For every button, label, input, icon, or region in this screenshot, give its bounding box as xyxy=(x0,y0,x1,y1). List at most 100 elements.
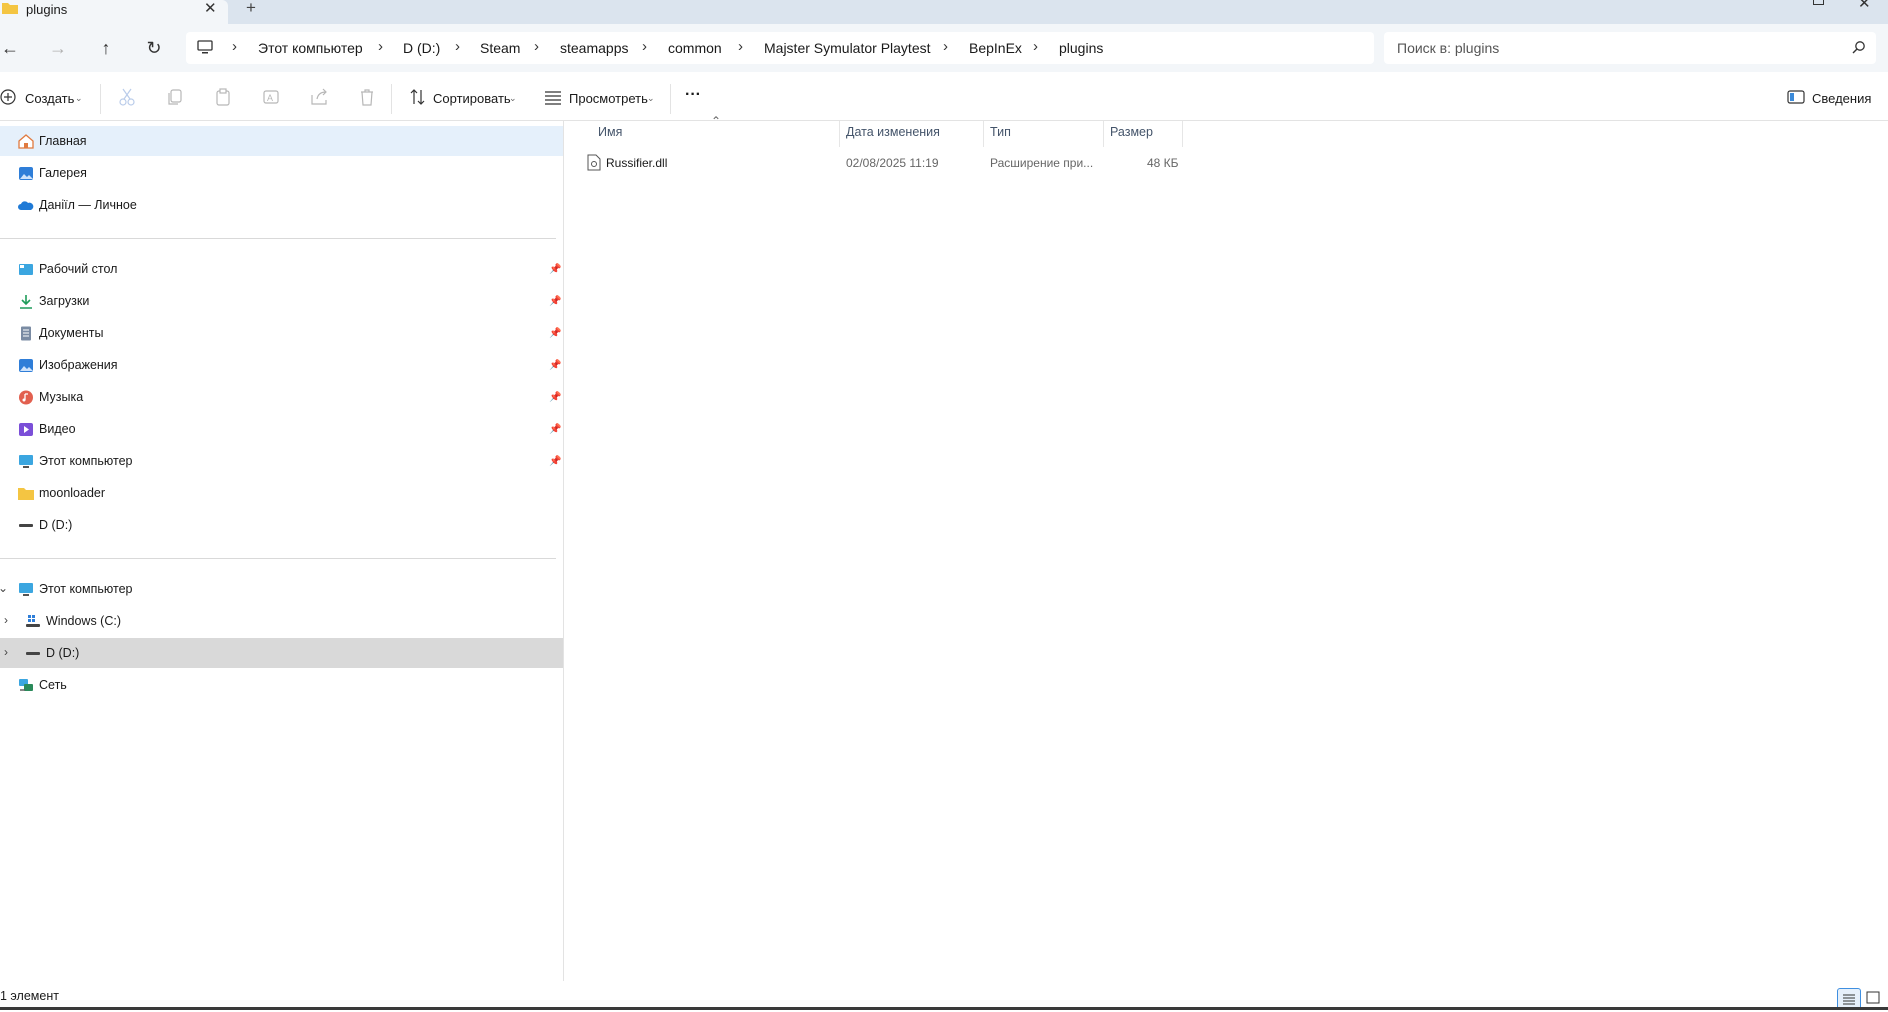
nav-item-this-pc-pinned[interactable]: Этот компьютер 📌 xyxy=(0,446,563,476)
nav-item-desktop[interactable]: Рабочий стол 📌 xyxy=(0,254,563,284)
column-separator[interactable] xyxy=(839,121,840,147)
close-tab-icon[interactable]: ✕ xyxy=(204,0,217,17)
search-icon[interactable] xyxy=(1852,40,1866,54)
up-arrow-icon[interactable]: ↑ xyxy=(92,34,120,62)
rename-icon[interactable]: A xyxy=(260,86,282,108)
chevron-right-icon[interactable]: › xyxy=(4,645,8,659)
file-date: 02/08/2025 11:19 xyxy=(846,156,939,170)
delete-icon[interactable] xyxy=(356,86,378,108)
new-plus-icon[interactable] xyxy=(0,86,20,108)
nav-item-label: Изображения xyxy=(39,358,118,372)
nav-item-label: Даніїл — Личное xyxy=(39,198,137,212)
pin-icon[interactable]: 📌 xyxy=(549,424,561,435)
pin-icon[interactable]: 📌 xyxy=(549,392,561,403)
gallery-icon xyxy=(19,167,33,180)
pin-icon[interactable]: 📌 xyxy=(549,456,561,467)
nav-item-d-drive-pinned[interactable]: D (D:) xyxy=(0,510,563,540)
drive-icon xyxy=(26,652,40,655)
column-header-date[interactable]: Дата изменения xyxy=(846,125,940,139)
column-separator[interactable] xyxy=(983,121,984,147)
nav-item-label: Этот компьютер xyxy=(39,454,133,468)
column-separator[interactable] xyxy=(1103,121,1104,147)
pin-icon[interactable]: 📌 xyxy=(549,328,561,339)
view-button[interactable]: Просмотреть xyxy=(569,91,648,106)
share-icon[interactable] xyxy=(308,86,330,108)
maximize-icon[interactable] xyxy=(1813,0,1824,5)
documents-icon xyxy=(21,326,31,341)
nav-item-documents[interactable]: Документы 📌 xyxy=(0,318,563,348)
nav-item-video[interactable]: Видео 📌 xyxy=(0,414,563,444)
nav-tree-this-pc[interactable]: ⌄ Этот компьютер xyxy=(0,574,563,604)
create-button[interactable]: Создать xyxy=(25,91,74,106)
tab-title: plugins xyxy=(26,2,68,17)
details-button[interactable]: Сведения xyxy=(1812,91,1871,106)
refresh-icon[interactable]: ↻ xyxy=(140,34,168,62)
nav-item-label: Сеть xyxy=(39,678,67,692)
nav-item-label: moonloader xyxy=(39,486,106,500)
breadcrumb-d-drive[interactable]: D (D:) xyxy=(403,40,440,56)
column-header-size[interactable]: Размер xyxy=(1110,125,1153,139)
more-options-button[interactable]: ··· xyxy=(685,86,701,104)
status-item-count: 1 элемент xyxy=(0,989,59,1003)
paste-icon[interactable] xyxy=(212,86,234,108)
breadcrumb-steamapps[interactable]: steamapps xyxy=(560,40,628,56)
nav-item-downloads[interactable]: Загрузки 📌 xyxy=(0,286,563,316)
chevron-down-icon: ⌄ xyxy=(647,93,655,103)
back-arrow-icon[interactable]: ← xyxy=(0,34,24,62)
computer-icon xyxy=(19,455,33,468)
window-close-icon[interactable]: ✕ xyxy=(1858,0,1871,12)
tiles-view-button[interactable] xyxy=(1862,988,1884,1008)
computer-icon xyxy=(197,40,213,54)
nav-item-moonloader[interactable]: moonloader xyxy=(0,478,563,508)
nav-item-pictures[interactable]: Изображения 📌 xyxy=(0,350,563,380)
dll-file-icon xyxy=(587,154,601,171)
nav-item-label: Загрузки xyxy=(39,294,90,308)
file-name[interactable]: Russifier.dll xyxy=(606,156,667,170)
nav-tree-d-drive[interactable]: › D (D:) xyxy=(0,638,563,668)
breadcrumb-this-pc[interactable]: Этот компьютер xyxy=(258,40,363,56)
windows-drive-icon xyxy=(26,615,40,627)
new-tab-button[interactable]: + xyxy=(246,0,256,18)
chevron-down-icon[interactable]: ⌄ xyxy=(0,581,8,595)
column-separator[interactable] xyxy=(1182,121,1183,147)
chevron-right-icon[interactable]: › xyxy=(4,613,8,627)
nav-item-gallery[interactable]: Галерея xyxy=(0,158,563,188)
breadcrumb-steam[interactable]: Steam xyxy=(480,40,520,56)
cut-icon[interactable] xyxy=(116,86,138,108)
breadcrumb-separator-icon: › xyxy=(738,38,743,55)
breadcrumb-bepinex[interactable]: BepInEx xyxy=(969,40,1022,56)
toolbar-divider xyxy=(670,84,671,114)
breadcrumb-majster[interactable]: Majster Symulator Playtest xyxy=(764,40,931,56)
forward-arrow-icon[interactable]: → xyxy=(44,34,72,62)
breadcrumb-separator-icon: › xyxy=(1033,38,1038,55)
toolbar-divider xyxy=(100,84,101,114)
details-view-icon xyxy=(1843,994,1855,1005)
chevron-down-icon: ⌄ xyxy=(509,93,517,103)
pictures-icon xyxy=(19,359,33,372)
nav-tree-windows-c[interactable]: › Windows (C:) xyxy=(0,606,563,636)
nav-tree-network[interactable]: › Сеть xyxy=(0,670,563,700)
nav-item-onedrive[interactable]: › Даніїл — Личное xyxy=(0,190,563,220)
computer-icon xyxy=(19,583,33,596)
nav-item-label: Windows (C:) xyxy=(46,614,122,628)
navigation-pane xyxy=(0,121,564,981)
pin-icon[interactable]: 📌 xyxy=(549,360,561,371)
nav-item-label: Главная xyxy=(39,134,87,148)
column-header-type[interactable]: Тип xyxy=(990,125,1011,139)
nav-item-label: Рабочий стол xyxy=(39,262,118,276)
sort-icon xyxy=(410,89,425,105)
copy-icon[interactable] xyxy=(164,86,186,108)
tiles-view-icon xyxy=(1866,991,1880,1004)
pin-icon[interactable]: 📌 xyxy=(549,296,561,307)
onedrive-cloud-icon xyxy=(18,201,34,210)
column-header-name[interactable]: Имя xyxy=(598,125,622,139)
breadcrumb-plugins[interactable]: plugins xyxy=(1059,40,1103,56)
nav-item-music[interactable]: Музыка 📌 xyxy=(0,382,563,412)
pin-icon[interactable]: 📌 xyxy=(549,264,561,275)
file-size: 48 КБ xyxy=(1147,156,1179,170)
details-pane-icon xyxy=(1787,90,1805,104)
breadcrumb-common[interactable]: common xyxy=(668,40,722,56)
file-type: Расширение при... xyxy=(990,156,1094,170)
nav-item-home[interactable]: Главная xyxy=(0,126,563,156)
sort-button[interactable]: Сортировать xyxy=(433,91,511,106)
